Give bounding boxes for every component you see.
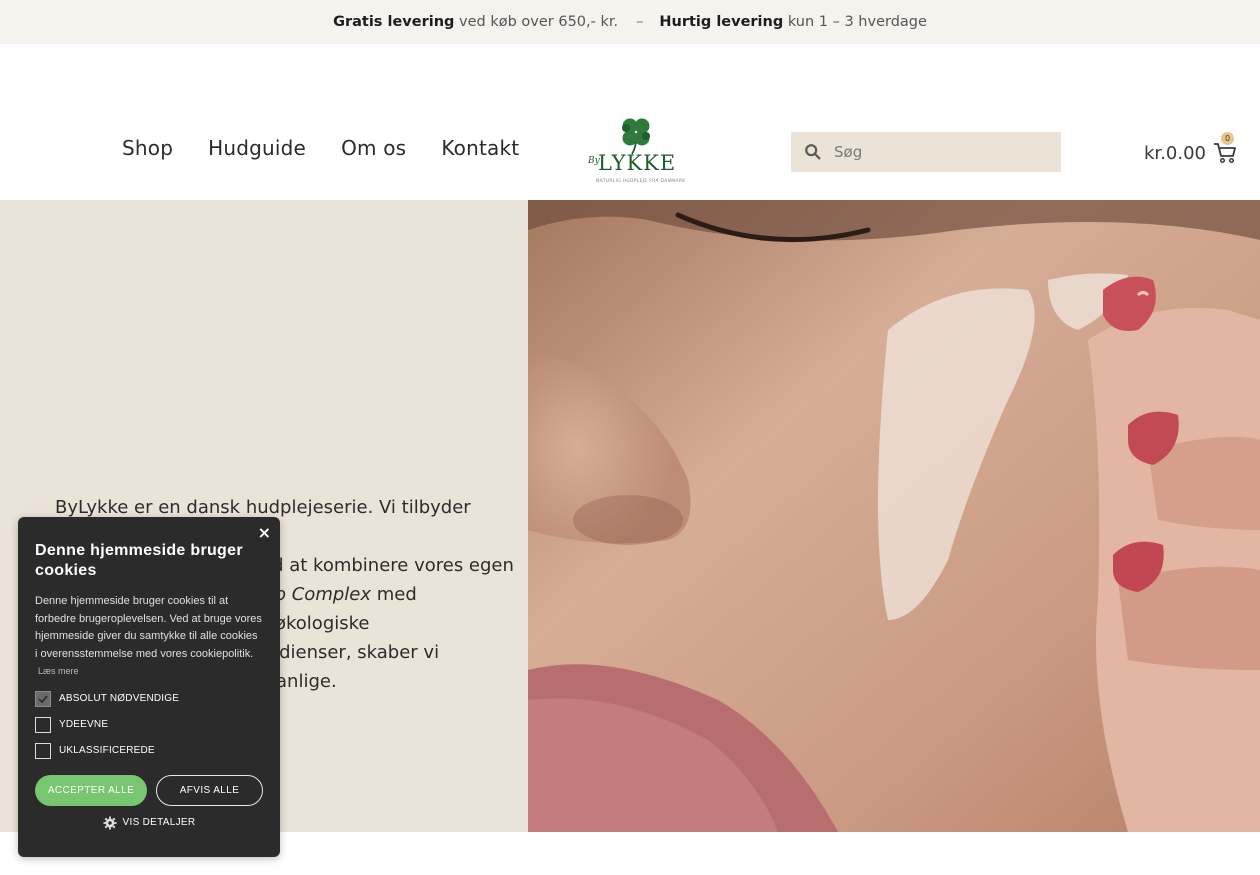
announcement-bar: Gratis levering ved køb over 650,- kr. –… [0, 0, 1260, 44]
hero-line-3-em: o Complex [275, 584, 372, 605]
fast-delivery-text: kun 1 – 3 hverdage [787, 14, 927, 30]
read-more-link[interactable]: Læs mere [38, 666, 79, 676]
show-details-button[interactable]: VIS DETALJER [35, 815, 263, 830]
cookie-body: Denne hjemmeside bruger cookies til at f… [35, 593, 263, 681]
cart-count-badge: 0 [1220, 132, 1234, 145]
free-delivery-text: ved køb over 650,- kr. [459, 14, 619, 30]
site-header: Shop Hudguide Om os Kontakt By LYKKE NAT… [0, 44, 1260, 200]
reject-all-button[interactable]: AFVIS ALLE [156, 774, 263, 806]
bylykke-logo[interactable]: By LYKKE NATURLIG HUDPLEJE FRA DANMARK [588, 116, 685, 188]
cookie-title: Denne hjemmeside bruger cookies [35, 542, 243, 579]
nav-om-os[interactable]: Om os [341, 136, 406, 160]
cart-amount: kr.0.00 [1144, 142, 1206, 164]
performance-checkbox[interactable] [35, 716, 51, 733]
search-bar [791, 132, 1061, 172]
topbar-separator: – [636, 14, 644, 30]
search-icon[interactable] [804, 143, 822, 161]
nav-kontakt[interactable]: Kontakt [441, 136, 519, 160]
hero-image [528, 200, 1260, 832]
logo-tagline: NATURLIG HUDPLEJE FRA DANMARK [596, 179, 686, 184]
fast-delivery-bold: Hurtig levering [659, 14, 784, 30]
unclassified-checkbox[interactable] [35, 742, 51, 759]
fast-delivery-notice: Hurtig levering kun 1 – 3 hverdage [659, 14, 927, 30]
necessary-label: ABSOLUT NØDVENDIGE [59, 693, 180, 704]
show-details-label: VIS DETALJER [122, 817, 196, 828]
free-delivery-notice: Gratis levering ved køb over 650,- kr. [333, 14, 618, 30]
performance-label: YDEEVNE [59, 719, 109, 730]
free-delivery-bold: Gratis levering [333, 14, 455, 30]
clover-icon [622, 118, 650, 155]
cookie-options: ABSOLUT NØDVENDIGE YDEEVNE UKLASSIFICERE… [35, 690, 263, 759]
necessary-checkbox[interactable] [35, 690, 51, 707]
accept-all-button[interactable]: ACCEPTER ALLE [35, 774, 147, 806]
face-cream-illustration [528, 200, 1260, 832]
cookie-buttons: ACCEPTER ALLE AFVIS ALLE [35, 774, 263, 806]
nav-shop[interactable]: Shop [122, 136, 173, 160]
cookie-option-necessary[interactable]: ABSOLUT NØDVENDIGE [35, 690, 263, 707]
check-icon [38, 694, 48, 703]
cookie-option-unclassified[interactable]: UKLASSIFICEREDE [35, 742, 263, 759]
cookie-body-text: Denne hjemmeside bruger cookies til at f… [35, 595, 262, 660]
close-icon[interactable]: × [258, 523, 271, 542]
unclassified-label: UKLASSIFICEREDE [59, 745, 155, 756]
cart[interactable]: kr.0.00 0 [1144, 132, 1238, 166]
cart-icon[interactable]: 0 [1212, 132, 1238, 166]
main-nav: Shop Hudguide Om os Kontakt [122, 136, 554, 160]
logo-name: LYKKE [598, 151, 677, 175]
gear-icon [102, 815, 117, 830]
search-input[interactable] [834, 143, 1034, 161]
nav-hudguide[interactable]: Hudguide [208, 136, 306, 160]
cookie-option-performance[interactable]: YDEEVNE [35, 716, 263, 733]
cookie-consent-panel: × Denne hjemmeside bruger cookies Denne … [18, 517, 280, 857]
